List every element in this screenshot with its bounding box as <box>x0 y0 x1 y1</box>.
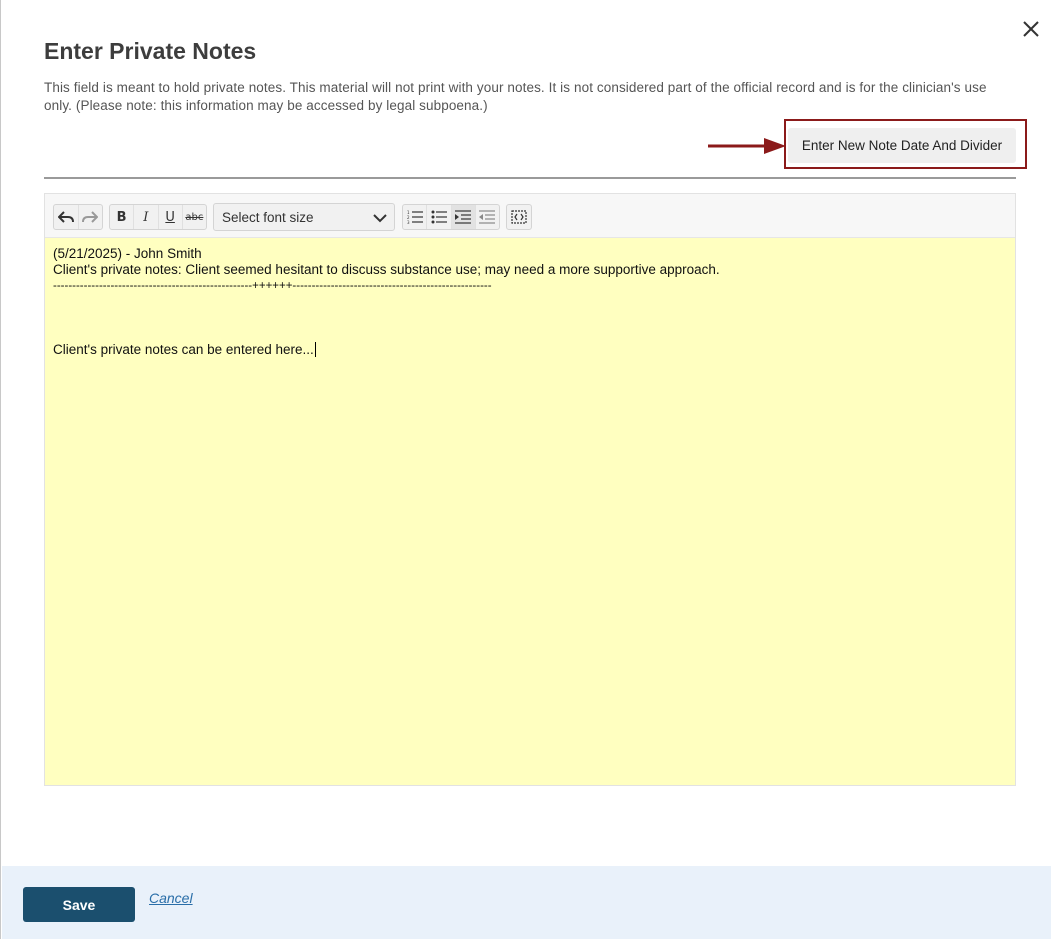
strikethrough-button[interactable]: abc <box>181 205 206 229</box>
note-line <box>53 294 1007 310</box>
note-line: ----------------------------------------… <box>53 280 492 292</box>
ordered-list-icon[interactable]: 1 2 3 <box>403 205 426 229</box>
unordered-list-icon[interactable] <box>426 205 450 229</box>
note-line: Client's private notes: Client seemed he… <box>53 262 720 277</box>
text-cursor <box>314 342 316 357</box>
font-size-select[interactable]: Select font size <box>213 203 395 231</box>
arrow-right-icon <box>708 136 786 156</box>
outdent-icon[interactable] <box>474 205 499 229</box>
history-group <box>53 204 103 230</box>
note-line <box>53 310 1007 326</box>
bold-button[interactable]: B <box>110 205 133 229</box>
italic-button[interactable]: I <box>133 205 157 229</box>
note-line: Client's private notes can be entered he… <box>53 342 314 357</box>
private-notes-dialog: Enter Private Notes This field is meant … <box>0 0 1051 939</box>
format-group: B I U abc <box>109 204 207 230</box>
editor-content-area[interactable]: (5/21/2025) - John Smith Client's privat… <box>45 238 1015 785</box>
list-group: 1 2 3 <box>402 204 500 230</box>
note-line <box>53 326 1007 342</box>
cancel-link[interactable]: Cancel <box>149 890 193 906</box>
redo-icon[interactable] <box>77 205 103 229</box>
note-line: (5/21/2025) - John Smith <box>53 246 202 261</box>
underline-button[interactable]: U <box>157 205 182 229</box>
dialog-footer: Save Cancel <box>2 866 1051 939</box>
dialog-title: Enter Private Notes <box>44 38 257 64</box>
header-divider <box>44 177 1016 179</box>
view-source-icon[interactable] <box>507 205 531 229</box>
close-icon[interactable] <box>1020 18 1042 40</box>
source-group <box>506 204 532 230</box>
svg-text:3: 3 <box>407 220 410 224</box>
rich-text-editor: B I U abc Select font size 1 2 3 (5/21/2… <box>44 193 1016 786</box>
font-size-select-label: Select font size <box>222 210 314 225</box>
undo-icon[interactable] <box>54 205 78 229</box>
editor-toolbar: B I U abc Select font size 1 2 3 <box>45 194 1015 238</box>
chevron-down-icon <box>372 211 388 223</box>
dialog-description: This field is meant to hold private note… <box>44 80 987 113</box>
note-line-with-cursor: Client's private notes can be entered he… <box>53 342 1007 358</box>
enter-new-note-date-button[interactable]: Enter New Note Date And Divider <box>788 128 1016 163</box>
save-button[interactable]: Save <box>23 887 135 922</box>
indent-icon[interactable] <box>450 205 475 229</box>
